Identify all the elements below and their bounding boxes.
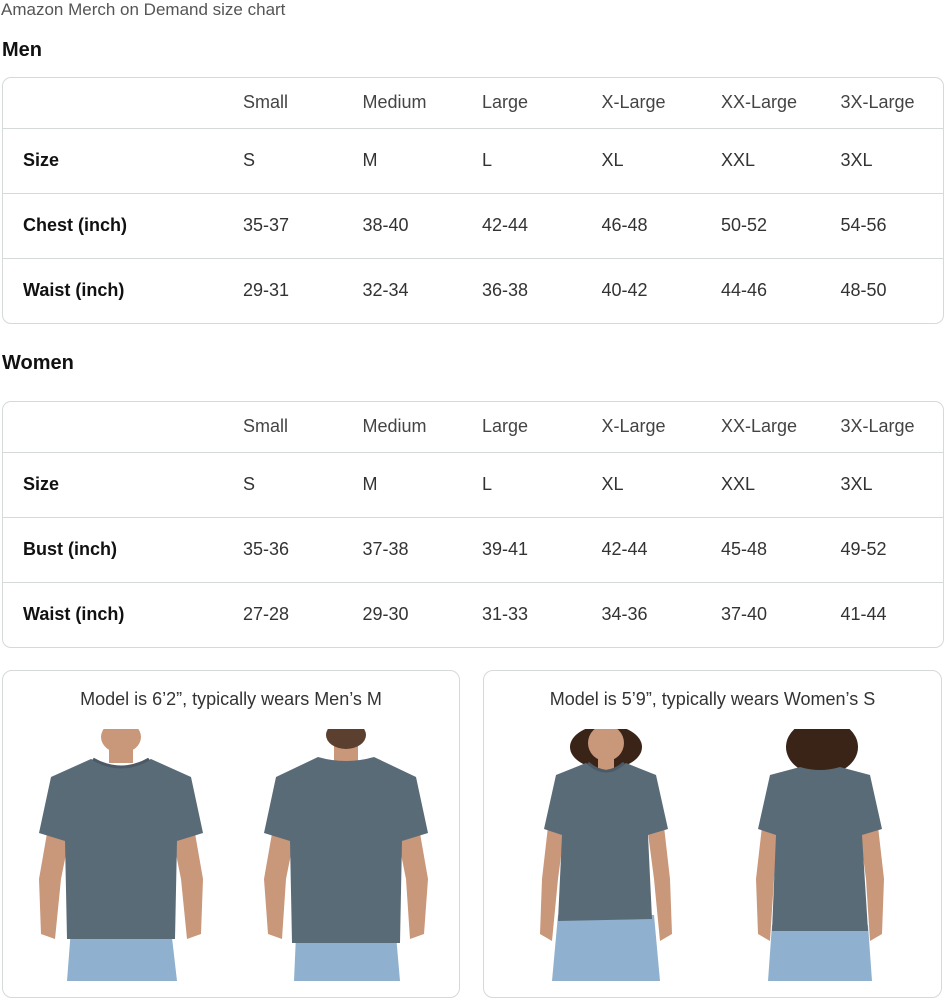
table-row: Bust (inch) 35-36 37-38 39-41 42-44 45-4…: [3, 517, 943, 583]
row-label: Chest (inch): [3, 193, 243, 259]
table-cell: M: [362, 128, 482, 194]
table-header-cell: 3X-Large: [840, 78, 943, 129]
women-model-back-image: [756, 729, 884, 981]
table-header-cell: Small: [243, 78, 363, 129]
table-cell: 50-52: [721, 193, 841, 259]
table-cell: 44-46: [721, 280, 768, 301]
table-cell: 35-36: [243, 517, 363, 583]
table-cell: 27-28: [243, 604, 290, 625]
table-cell: 34-36: [601, 604, 648, 625]
row-label: Size: [3, 128, 243, 194]
table-cell: 31-33: [482, 604, 529, 625]
table-row: Waist (inch) 27-28 29-30 31-33 34-36 37-…: [3, 582, 943, 647]
women-section-heading: Women: [2, 352, 74, 374]
row-label: Bust (inch): [3, 517, 243, 583]
table-cell: 46-48: [601, 193, 721, 259]
table-cell: 42-44: [601, 517, 721, 583]
table-cell: 37-40: [721, 604, 768, 625]
table-cell: S: [243, 452, 363, 518]
table-header-cell: Small: [243, 402, 363, 453]
table-cell: 40-42: [601, 280, 648, 301]
table-header-cell: Medium: [362, 78, 482, 129]
head: [101, 729, 141, 753]
table-cell: XXL: [721, 128, 841, 194]
women-model-front-image: [540, 729, 672, 981]
table-header-cell: Large: [482, 402, 602, 453]
table-cell: L: [482, 452, 602, 518]
table-cell: 41-44: [840, 604, 887, 625]
table-header-cell: XX-Large: [721, 78, 841, 129]
table-header-row: Small Medium Large X-Large XX-Large 3X-L…: [3, 402, 943, 453]
table-row: Size S M L XL XXL 3XL: [3, 128, 943, 194]
table-cell: 36-38: [482, 280, 529, 301]
table-header-cell: XX-Large: [721, 402, 841, 453]
table-header-empty: [3, 78, 243, 129]
table-row: Size S M L XL XXL 3XL: [3, 452, 943, 518]
men-size-table: Small Medium Large X-Large XX-Large 3X-L…: [2, 77, 944, 324]
table-cell: 54-56: [840, 193, 943, 259]
table-cell: L: [482, 128, 602, 194]
row-label: Waist (inch): [23, 604, 125, 625]
table-cell: 49-52: [840, 517, 943, 583]
table-header-cell: X-Large: [601, 402, 721, 453]
table-row: Chest (inch) 35-37 38-40 42-44 46-48 50-…: [3, 193, 943, 259]
table-header-cell: Large: [482, 78, 602, 129]
table-cell: M: [362, 452, 482, 518]
table-header-row: Small Medium Large X-Large XX-Large 3X-L…: [3, 78, 943, 129]
men-model-caption: Model is 6’2”, typically wears Men’s M: [80, 689, 382, 709]
table-cell: 29-30: [362, 604, 409, 625]
table-cell: S: [243, 128, 363, 194]
table-cell: 42-44: [482, 193, 602, 259]
page-title: Amazon Merch on Demand size chart: [1, 0, 286, 19]
table-header-cell: 3X-Large: [840, 402, 943, 453]
table-cell: XL: [601, 128, 721, 194]
table-cell: 3XL: [840, 128, 943, 194]
men-model-card: Model is 6’2”, typically wears Men’s M: [2, 670, 460, 998]
table-cell: 29-31: [243, 280, 290, 301]
table-cell: 3XL: [840, 452, 943, 518]
table-cell: 39-41: [482, 517, 602, 583]
men-model-front-image: [39, 729, 203, 981]
table-cell: 35-37: [243, 193, 363, 259]
table-header-cell: X-Large: [601, 78, 721, 129]
table-cell: 48-50: [840, 280, 887, 301]
table-cell: 45-48: [721, 517, 841, 583]
table-header-cell: Medium: [362, 402, 482, 453]
table-cell: 38-40: [362, 193, 482, 259]
table-header-empty: [3, 402, 243, 453]
table-cell: XXL: [721, 452, 841, 518]
jeans: [552, 915, 660, 981]
table-cell: 32-34: [362, 280, 409, 301]
neck: [598, 757, 614, 769]
men-section-heading: Men: [2, 39, 42, 61]
table-cell: XL: [601, 452, 721, 518]
women-model-card: Model is 5’9”, typically wears Women’s S: [483, 670, 942, 998]
women-size-table: Small Medium Large X-Large XX-Large 3X-L…: [2, 401, 944, 648]
women-model-caption: Model is 5’9”, typically wears Women’s S: [549, 689, 876, 709]
jeans: [768, 925, 872, 981]
row-label: Waist (inch): [23, 280, 125, 301]
head: [326, 729, 366, 749]
men-model-back-image: [264, 729, 428, 981]
table-row: Waist (inch) 29-31 32-34 36-38 40-42 44-…: [3, 258, 943, 323]
row-label: Size: [3, 452, 243, 518]
table-cell: 37-38: [362, 517, 482, 583]
